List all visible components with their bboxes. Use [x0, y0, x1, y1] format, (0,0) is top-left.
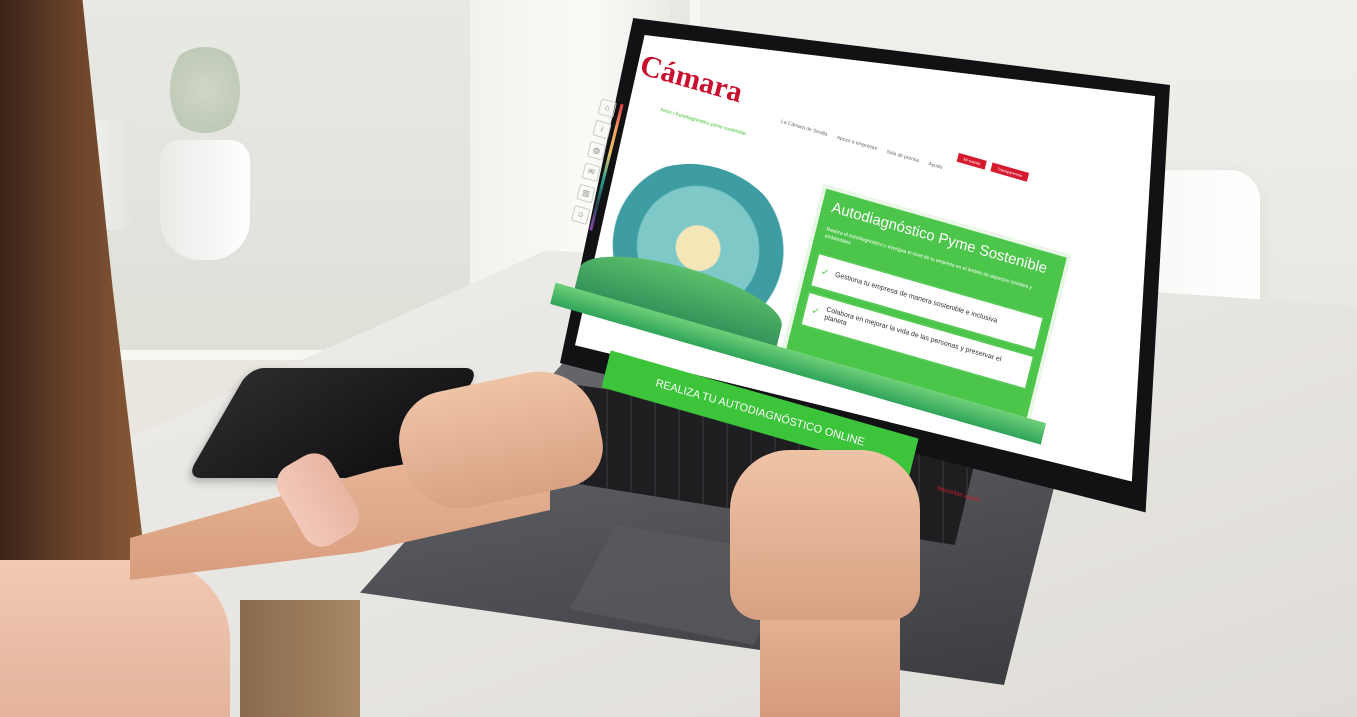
- nav-item[interactable]: La Cámara de Sevilla: [780, 119, 827, 138]
- account-button[interactable]: Mi cuenta: [956, 152, 988, 170]
- photo-scene: Cámara Mi cuenta Transparencia La Cámara…: [0, 0, 1357, 717]
- check-icon: ✓: [810, 304, 821, 318]
- plant-pot: [160, 140, 250, 260]
- right-hand: [730, 450, 920, 620]
- chart-icon[interactable]: ▥: [576, 183, 596, 204]
- user-icon[interactable]: ☺: [571, 204, 591, 225]
- top-buttons: Mi cuenta Transparencia: [956, 152, 1029, 182]
- home-icon[interactable]: ⌂: [597, 98, 617, 119]
- desk-leg: [240, 600, 360, 717]
- mail-icon[interactable]: ✉: [581, 162, 601, 183]
- nav-item[interactable]: Apoyo a empresas: [836, 135, 878, 152]
- main-nav: La Cámara de Sevilla Apoyo a empresas Sa…: [780, 119, 942, 171]
- nav-item[interactable]: Sala de prensa: [886, 149, 920, 164]
- info-icon[interactable]: i: [592, 119, 612, 140]
- help-link[interactable]: Necesitas ayuda: [936, 486, 980, 504]
- globe-icon[interactable]: ◍: [586, 140, 607, 161]
- breadcrumb[interactable]: Inicio / Autodiagnóstico pyme sostenible: [660, 107, 747, 137]
- check-icon: ✓: [819, 266, 831, 280]
- shoulder: [0, 560, 230, 717]
- nav-item[interactable]: Ayuda: [928, 161, 943, 171]
- transparency-button[interactable]: Transparencia: [990, 162, 1029, 182]
- plant: [170, 40, 240, 140]
